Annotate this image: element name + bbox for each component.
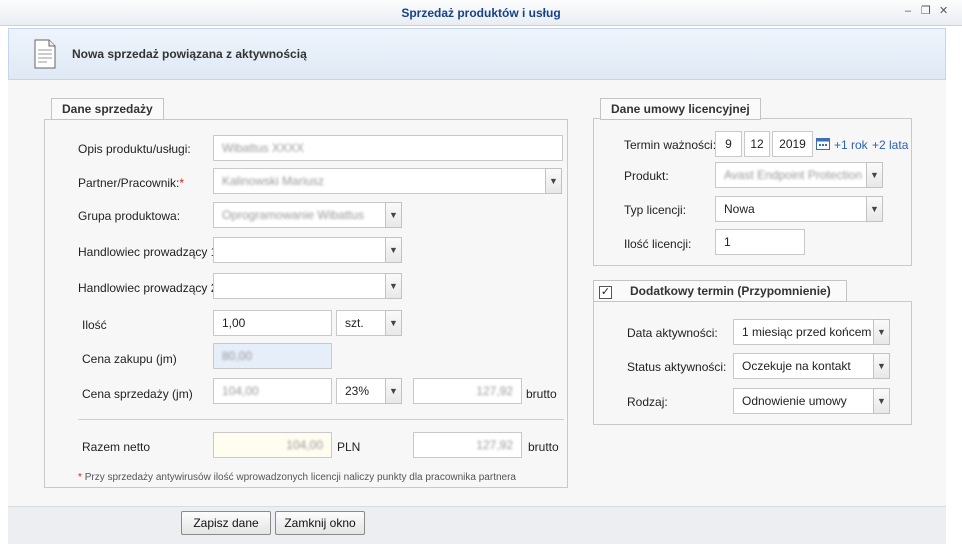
type-select[interactable]: Odnowienie umowy: [733, 388, 874, 414]
button-bar: [8, 506, 946, 544]
unit-dropdown-arrow-icon[interactable]: ▼: [385, 310, 402, 336]
partner-label-text: Partner/Pracownik:: [78, 176, 180, 190]
activity-date-label: Data aktywności:: [627, 326, 718, 340]
partner-dropdown-arrow-icon[interactable]: ▼: [545, 168, 562, 194]
currency-label: PLN: [337, 440, 361, 454]
sales-rep1-label: Handlowiec prowadzący 1:: [78, 245, 221, 259]
total-net-value-field: 104,00: [213, 432, 332, 458]
activity-status-select[interactable]: Oczekuje na kontakt: [733, 353, 874, 379]
product-group-select[interactable]: Oprogramowanie Wibattus: [213, 202, 386, 228]
type-label: Rodzaj:: [627, 395, 668, 409]
sale-price-label: Cena sprzedaży (jm): [82, 387, 193, 401]
calendar-icon[interactable]: [816, 137, 830, 153]
product-group-value: Oprogramowanie Wibattus: [222, 208, 365, 222]
license-count-label: Ilość licencji:: [624, 237, 692, 251]
type-dropdown-arrow-icon[interactable]: ▼: [873, 388, 890, 414]
product-group-label: Grupa produktowa:: [78, 209, 181, 223]
save-button[interactable]: Zapisz dane: [181, 511, 271, 535]
purchase-price-value: 80,00: [222, 349, 253, 363]
window-title: Sprzedaż produktów i usług: [401, 6, 561, 20]
document-icon: [33, 39, 57, 72]
product-group-dropdown-arrow-icon[interactable]: ▼: [385, 202, 402, 228]
dialog-header: Nowa sprzedaż powiązana z aktywnością: [8, 28, 946, 80]
totals-separator: [78, 419, 564, 420]
activity-date-select[interactable]: 1 miesiąc przed końcem: [733, 319, 874, 345]
quantity-label: Ilość: [82, 318, 107, 332]
license-type-label: Typ licencji:: [624, 203, 687, 217]
activity-date-dropdown-arrow-icon[interactable]: ▼: [873, 319, 890, 345]
activity-status-dropdown-arrow-icon[interactable]: ▼: [873, 353, 890, 379]
window-edge: [946, 26, 962, 544]
minimize-icon[interactable]: –: [905, 5, 911, 17]
close-window-button[interactable]: Zamknij okno: [275, 511, 365, 535]
partner-select[interactable]: Kalinowski Mariusz: [213, 168, 546, 194]
unit-select[interactable]: szt.: [336, 310, 386, 336]
sales-panel-legend: Dane sprzedaży: [51, 98, 164, 120]
plus-one-year-link[interactable]: +1 rok: [834, 138, 868, 152]
close-icon[interactable]: ✕: [939, 5, 948, 17]
sale-price-value: 104,00: [222, 384, 259, 398]
license-panel-legend: Dane umowy licencyjnej: [600, 98, 761, 120]
reminder-panel-legend: Dodatkowy termin (Przypomnienie): [593, 280, 847, 302]
footnote-marker: *: [78, 472, 82, 483]
validity-label: Termin ważności:: [624, 138, 717, 152]
total-gross-value-field: 127,92: [413, 432, 522, 458]
product-description-label: Opis produktu/usługi:: [78, 142, 191, 156]
sales-rep1-dropdown-arrow-icon[interactable]: ▼: [385, 237, 402, 263]
partner-label: Partner/Pracownik:*: [78, 176, 184, 190]
footnote-text: Przy sprzedaży antywirusów ilość wprowad…: [84, 472, 516, 483]
vat-select[interactable]: 23%: [336, 378, 386, 404]
validity-month-input[interactable]: 12: [744, 131, 770, 157]
sales-rep2-select[interactable]: [213, 273, 386, 299]
activity-status-label: Status aktywności:: [627, 360, 727, 374]
license-type-select[interactable]: Nowa: [715, 196, 867, 222]
vat-dropdown-arrow-icon[interactable]: ▼: [385, 378, 402, 404]
sales-rep2-label: Handlowiec prowadzący 2:: [78, 281, 221, 295]
total-gross-value: 127,92: [476, 438, 513, 452]
purchase-price-input[interactable]: 80,00: [213, 343, 332, 369]
reminder-checkbox[interactable]: ✓: [599, 286, 612, 299]
sales-rep1-select[interactable]: [213, 237, 386, 263]
quantity-input[interactable]: 1,00: [213, 310, 332, 336]
total-gross-label: brutto: [528, 440, 559, 454]
gross-unit-price-value: 127,92: [476, 384, 513, 398]
sales-rep2-dropdown-arrow-icon[interactable]: ▼: [385, 273, 402, 299]
total-net-label: Razem netto: [82, 440, 151, 454]
product-select[interactable]: Avast Endpoint Protection: [715, 162, 867, 188]
purchase-price-label: Cena zakupu (jm): [82, 352, 177, 366]
restore-icon[interactable]: ❐: [921, 5, 931, 17]
total-net-value: 104,00: [286, 438, 323, 452]
product-label: Produkt:: [624, 169, 669, 183]
validity-year-input[interactable]: 2019: [772, 131, 813, 157]
window-titlebar: Sprzedaż produktów i usług – ❐ ✕: [0, 0, 962, 26]
footnote: * Przy sprzedaży antywirusów ilość wprow…: [78, 472, 516, 483]
required-marker: *: [179, 176, 185, 190]
dialog-header-text: Nowa sprzedaż powiązana z aktywnością: [72, 47, 307, 61]
gross-unit-price-input[interactable]: 127,92: [413, 378, 522, 404]
license-count-input[interactable]: 1: [715, 229, 805, 255]
product-dropdown-arrow-icon[interactable]: ▼: [866, 162, 883, 188]
product-description-input[interactable]: Wibattus XXXX: [213, 135, 563, 161]
product-description-value: Wibattus XXXX: [222, 141, 305, 155]
partner-value: Kalinowski Mariusz: [222, 174, 325, 188]
sale-price-input[interactable]: 104,00: [213, 378, 332, 404]
plus-two-years-link[interactable]: +2 lata: [872, 138, 908, 152]
validity-day-input[interactable]: 9: [715, 131, 742, 157]
license-type-dropdown-arrow-icon[interactable]: ▼: [866, 196, 883, 222]
product-value: Avast Endpoint Protection: [724, 168, 862, 182]
gross-unit-label: brutto: [526, 387, 557, 401]
